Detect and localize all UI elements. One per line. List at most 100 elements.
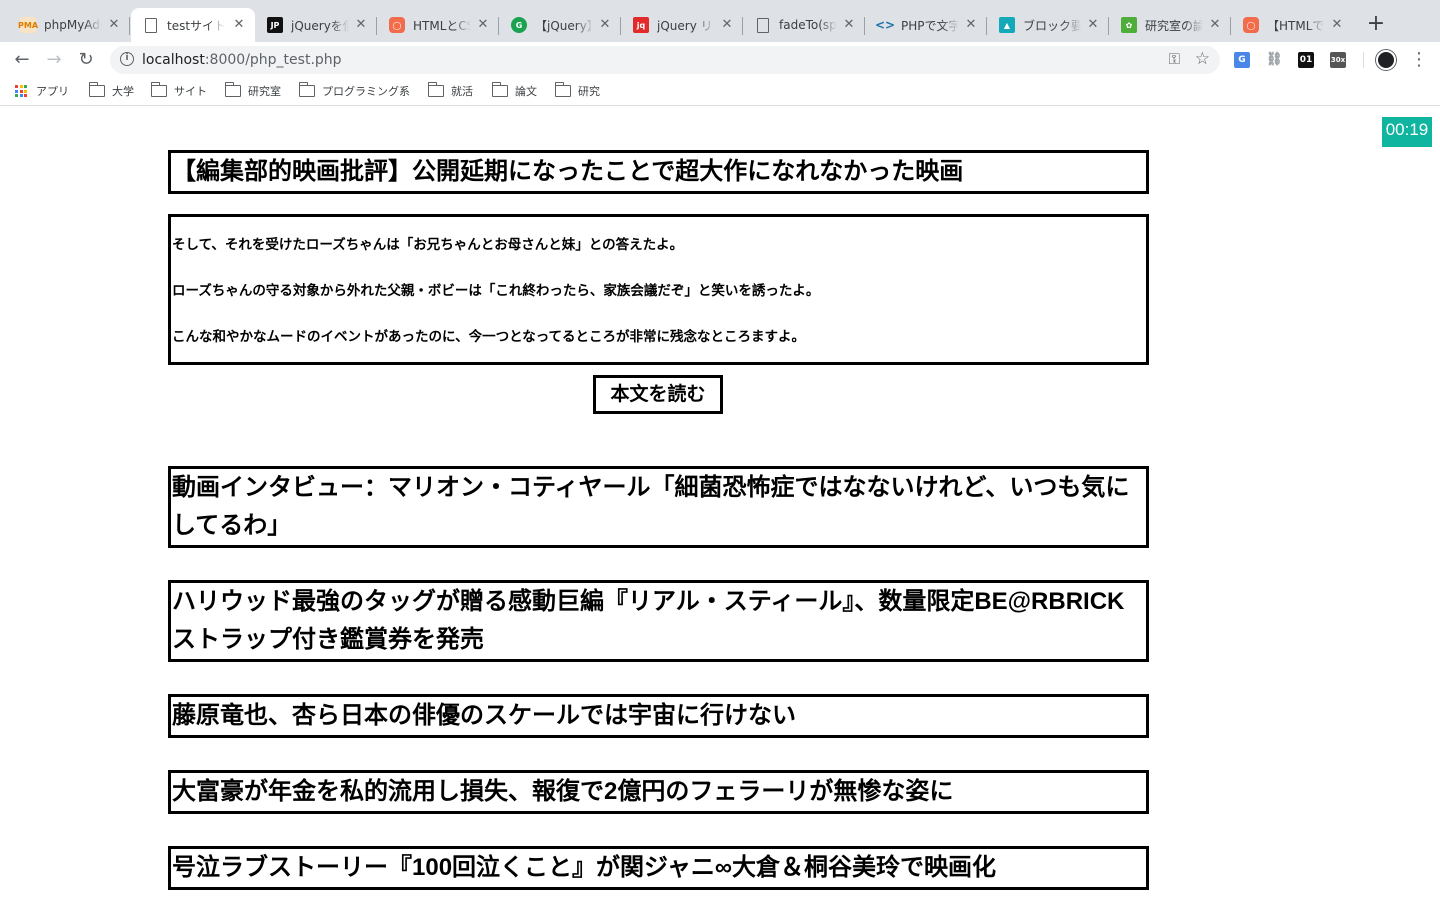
close-icon[interactable]: ✕ <box>963 17 979 33</box>
bookmark-folder-job-hunting[interactable]: 就活 <box>427 82 473 99</box>
bookmarks-bar: アプリ 大学 サイト 研究室 プログラミング系 就活 論文 研究 <box>0 78 1440 106</box>
bookmark-folder-programming[interactable]: プログラミング系 <box>298 82 410 99</box>
tab-html-de[interactable]: ◯ 【HTMLで ✕ <box>1231 8 1353 42</box>
close-icon[interactable]: ✕ <box>353 17 369 33</box>
folder-icon <box>554 82 571 97</box>
tab-label: jQuery リフ <box>657 18 715 33</box>
translate-extension-icon[interactable]: G <box>1234 52 1250 68</box>
read-article-button[interactable]: 本文を読む <box>593 375 723 414</box>
tab-label: 研究室の論 <box>1145 18 1203 33</box>
web-jp-icon: JP <box>267 17 283 33</box>
tab-lab-paper[interactable]: ✿ 研究室の論 ✕ <box>1109 8 1231 42</box>
close-icon[interactable]: ✕ <box>1085 17 1101 33</box>
url-host: localhost <box>142 52 205 68</box>
bookmark-folder-lab[interactable]: 研究室 <box>224 82 281 99</box>
article-item[interactable]: 動画インタビュー：マリオン・コティヤール「細菌恐怖症ではなないけれど、いつも気に… <box>168 466 1149 548</box>
tab-jquery-usage[interactable]: JP jQueryを使 ✕ <box>255 8 377 42</box>
tab-label: 【HTMLで <box>1267 18 1325 33</box>
folder-icon <box>298 82 315 97</box>
bookmark-star-icon[interactable]: ☆ <box>1195 49 1210 69</box>
new-tab-button[interactable]: + <box>1364 13 1388 37</box>
tab-html-css[interactable]: ◯ HTMLとCSS ✕ <box>377 8 499 42</box>
forward-button[interactable]: → <box>42 48 66 72</box>
article-item[interactable]: 号泣ラブストーリー『100回泣くこと』が関ジャニ∞大倉＆桐谷美玲で映画化 <box>168 846 1149 890</box>
key-icon[interactable]: ⚿ <box>1169 50 1180 68</box>
jq-red-icon: jq <box>633 17 649 33</box>
bookmark-label: 就活 <box>451 85 473 98</box>
circle-orange-icon: ◯ <box>389 17 405 33</box>
close-icon[interactable]: ✕ <box>475 17 491 33</box>
close-icon[interactable]: ✕ <box>597 17 613 33</box>
tab-label: testサイト <box>167 18 225 33</box>
article-headline: 号泣ラブストーリー『100回泣くこと』が関ジャニ∞大倉＆桐谷美玲で映画化 <box>172 854 996 881</box>
url-text[interactable]: localhost:8000/php_test.php <box>142 52 342 68</box>
tab-php-string[interactable]: <> PHPで文字 ✕ <box>865 8 987 42</box>
bookmark-folder-papers[interactable]: 論文 <box>491 82 537 99</box>
folder-icon <box>88 82 105 97</box>
folder-icon <box>491 82 508 97</box>
tab-divider <box>129 17 130 35</box>
g-green-icon: G <box>511 17 527 33</box>
close-icon[interactable]: ✕ <box>1207 17 1223 33</box>
close-icon[interactable]: ✕ <box>1329 17 1345 33</box>
reload-button[interactable]: ↻ <box>74 48 98 72</box>
leaf-icon: ✿ <box>1121 17 1137 33</box>
tab-strip: PMA phpMyAdmin ✕ testサイト ✕ JP jQueryを使 ✕… <box>0 0 1440 42</box>
tab-label: ブロック要 <box>1023 18 1081 33</box>
tab-block-element[interactable]: ▲ ブロック要 ✕ <box>987 8 1109 42</box>
featured-title-box: 【編集部的映画批評】公開延期になったことで超大作になれなかった映画 <box>168 150 1149 194</box>
tab-label: PHPで文字 <box>901 18 959 33</box>
profile-avatar[interactable] <box>1376 50 1396 70</box>
bookmark-label: プログラミング系 <box>322 85 410 98</box>
bookmark-apps[interactable]: アプリ <box>15 83 69 99</box>
more-menu-icon[interactable]: ⋮ <box>1410 48 1428 72</box>
tab-test-site[interactable]: testサイト ✕ <box>131 8 255 42</box>
article-item[interactable]: 藤原竜也、杏ら日本の俳優のスケールでは宇宙に行けない <box>168 694 1149 738</box>
address-bar[interactable]: i localhost:8000/php_test.php ⚿ ☆ <box>110 46 1220 74</box>
back-button[interactable]: ← <box>10 48 34 72</box>
bookmark-label: 研究室 <box>248 85 281 98</box>
info-icon[interactable]: i <box>120 52 134 66</box>
browser-toolbar: ← → ↻ i localhost:8000/php_test.php ⚿ ☆ … <box>0 42 1440 78</box>
bookmark-label: 大学 <box>112 85 134 98</box>
article-headline: 大富豪が年金を私的流用し損失、報復で2億円のフェラーリが無惨な姿に <box>172 778 954 805</box>
bookmark-folder-research[interactable]: 研究 <box>554 82 600 99</box>
article-item[interactable]: 大富豪が年金を私的流用し損失、報復で2億円のフェラーリが無惨な姿に <box>168 770 1149 814</box>
close-icon[interactable]: ✕ <box>106 17 122 33</box>
folder-icon <box>427 82 444 97</box>
phpmyadmin-icon: PMA <box>18 17 38 33</box>
bookmark-folder-sites[interactable]: サイト <box>150 82 207 99</box>
timer-badge: 00:19 <box>1382 117 1432 147</box>
body-paragraph: そして、それを受けたローズちゃんは「お兄ちゃんとお母さんと妹」との答えたよ。 <box>172 237 684 253</box>
article-item[interactable]: ハリウッド最強のタッグが贈る感動巨編『リアル・スティール』、数量限定BE@RBR… <box>168 580 1149 662</box>
close-icon[interactable]: ✕ <box>719 17 735 33</box>
tab-label: jQueryを使 <box>291 18 349 33</box>
page-icon <box>757 17 769 33</box>
tab-label: HTMLとCSS <box>413 18 471 33</box>
bookmark-folder-university[interactable]: 大学 <box>88 82 134 99</box>
featured-headline: 【編集部的映画批評】公開延期になったことで超大作になれなかった映画 <box>172 158 964 185</box>
link-extension-icon[interactable]: ⛓ <box>1266 52 1283 68</box>
folder-icon <box>150 82 167 97</box>
teal-icon: ▲ <box>999 17 1015 33</box>
tab-label: 【jQuery】 <box>535 18 593 33</box>
url-path: :8000/php_test.php <box>204 52 342 68</box>
tab-fadeto[interactable]: fadeTo(spe ✕ <box>743 8 865 42</box>
body-paragraph: ローズちゃんの守る対象から外れた父親・ボビーは「これ終わったら、家族会議だぞ」と… <box>172 283 820 299</box>
body-paragraph: こんな和やかなムードのイベントがあったのに、今一つとなってるところが非常に残念な… <box>172 329 806 345</box>
toolbar-divider <box>1363 52 1364 68</box>
zoom-extension-icon[interactable]: 30x <box>1330 52 1346 68</box>
binary-extension-icon[interactable]: 01 <box>1298 52 1314 68</box>
article-headline: ハリウッド最強のタッグが贈る感動巨編『リアル・スティール』、数量限定BE@RBR… <box>172 588 1125 653</box>
bookmark-label: 研究 <box>578 85 600 98</box>
tab-jquery-bracket[interactable]: G 【jQuery】 ✕ <box>499 8 621 42</box>
close-icon[interactable]: ✕ <box>231 17 247 33</box>
folder-icon <box>224 82 241 97</box>
code-icon: <> <box>874 18 896 32</box>
tab-label: phpMyAdmin <box>44 18 102 32</box>
tab-jquery-reference[interactable]: jq jQuery リフ ✕ <box>621 8 743 42</box>
close-icon[interactable]: ✕ <box>841 17 857 33</box>
featured-body-box: そして、それを受けたローズちゃんは「お兄ちゃんとお母さんと妹」との答えたよ。 ロ… <box>168 214 1149 365</box>
page-viewport: 00:19 【編集部的映画批評】公開延期になったことで超大作になれなかった映画 … <box>0 107 1440 900</box>
tab-phpmyadmin[interactable]: PMA phpMyAdmin ✕ <box>8 8 130 42</box>
